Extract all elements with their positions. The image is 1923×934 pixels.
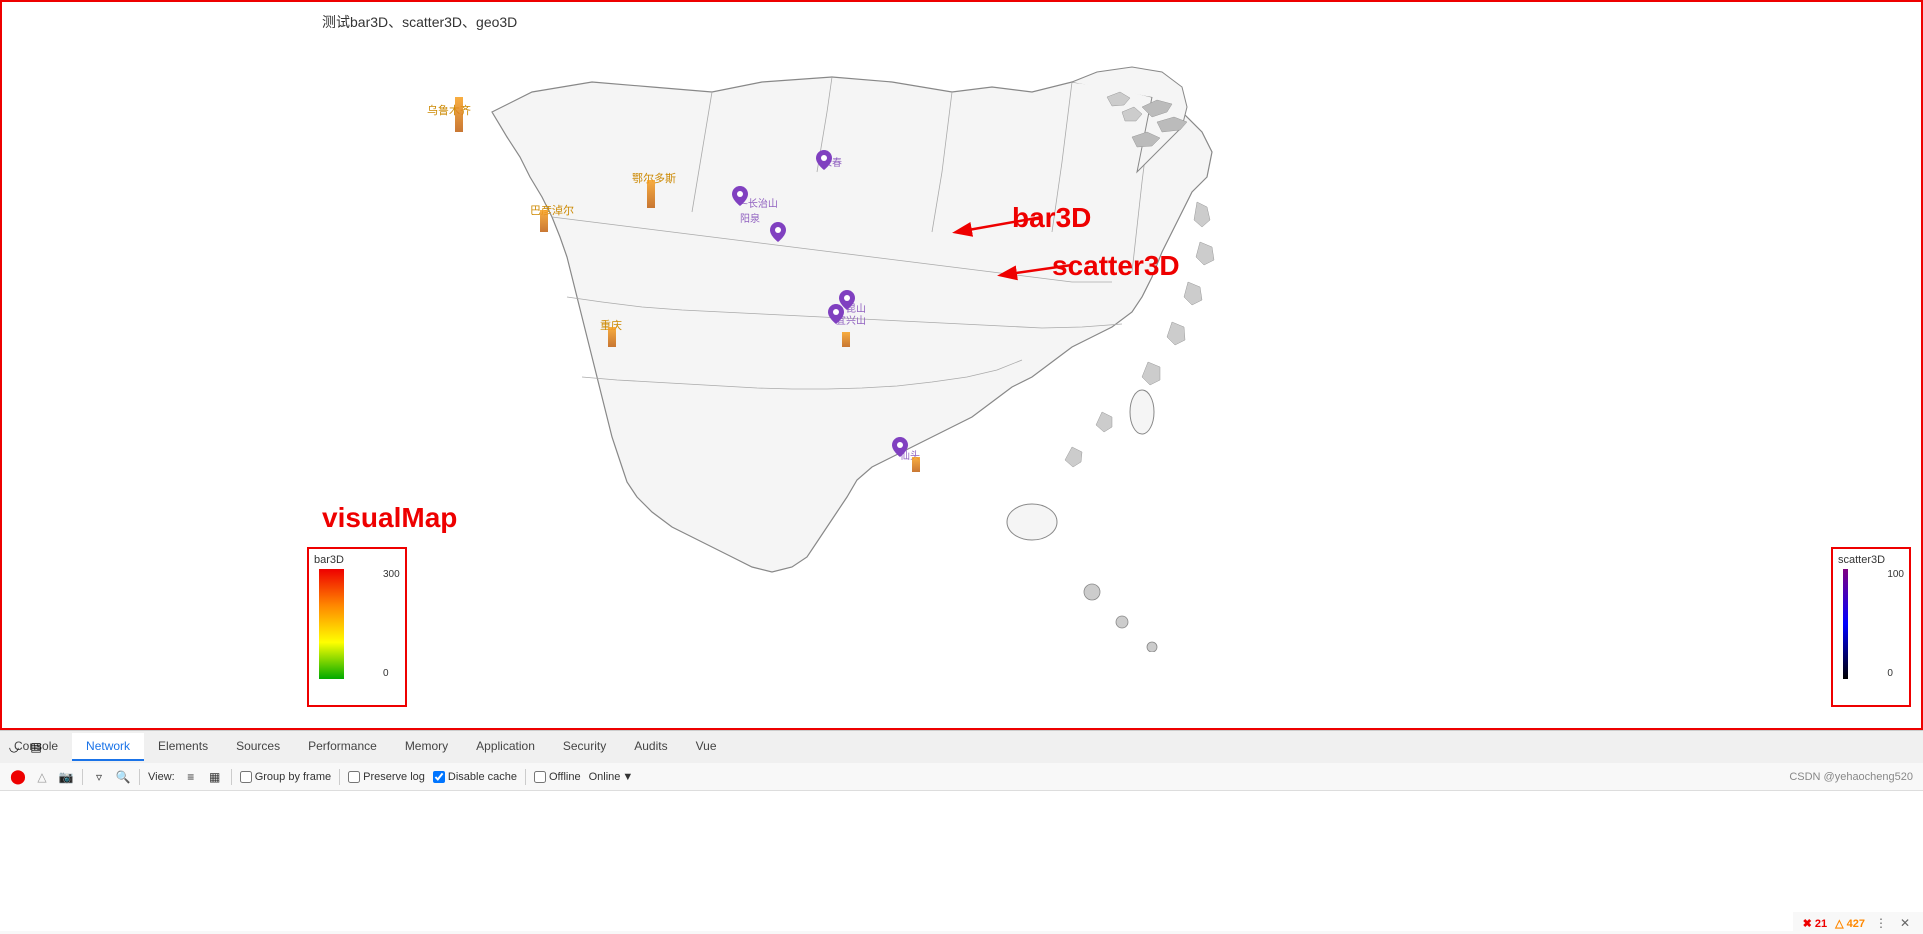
offline-checkbox[interactable] (534, 771, 546, 783)
separator-5 (525, 769, 526, 785)
bar3d-annotation: bar3D (1012, 202, 1091, 234)
scatter3d-annotation: scatter3D (1052, 250, 1180, 282)
bar3d-ordos (647, 180, 655, 208)
pin-shantou (892, 437, 908, 457)
disable-cache-group[interactable]: Disable cache (433, 771, 517, 783)
view-grid-icon[interactable]: ▦ (207, 769, 223, 785)
tab-performance[interactable]: Performance (294, 733, 391, 761)
vismap-scatter3d-min: 0 (1887, 668, 1904, 679)
bar3d-east (842, 332, 850, 347)
csdn-label: CSDN @yehaocheng520 (1789, 771, 1913, 783)
separator-2 (139, 769, 140, 785)
bar3d-bayan (540, 210, 548, 232)
preserve-log-label: Preserve log (363, 771, 425, 783)
online-dropdown[interactable]: Online ▼ (589, 771, 634, 783)
vismap-bar3d-gradient (319, 569, 344, 679)
tab-application[interactable]: Application (462, 733, 549, 761)
tab-sources[interactable]: Sources (222, 733, 294, 761)
vismap-bar3d-min: 0 (383, 668, 400, 679)
group-by-frame-label: Group by frame (255, 771, 331, 783)
vismap-bar3d: bar3D 300 0 (307, 547, 407, 707)
group-by-frame-group[interactable]: Group by frame (240, 771, 331, 783)
preserve-log-group[interactable]: Preserve log (348, 771, 425, 783)
tab-network[interactable]: Network (72, 733, 144, 761)
tab-elements[interactable]: Elements (144, 733, 222, 761)
chevron-down-icon: ▼ (622, 771, 633, 783)
tab-audits[interactable]: Audits (620, 733, 681, 761)
vismap-scatter3d-gradient (1843, 569, 1848, 679)
view-label: View: (148, 771, 175, 783)
main-content: 测试bar3D、scatter3D、geo3D (0, 0, 1923, 730)
group-by-frame-checkbox[interactable] (240, 771, 252, 783)
tab-memory[interactable]: Memory (391, 733, 462, 761)
warning-count: △ 427 (1835, 917, 1865, 930)
screenshot-button[interactable]: 📷 (58, 769, 74, 785)
separator-1 (82, 769, 83, 785)
bar3d-chongqing (608, 327, 616, 347)
bar3d-south (912, 457, 920, 472)
map-area: 乌鲁木齐 鄂尔多斯 巴彦淖尔 重庆 长春 ~长治山 阳泉 昆山 宜兴山 仙头 (312, 32, 1272, 652)
filter-icon[interactable]: ▿ (91, 769, 107, 785)
pin-east-2 (828, 304, 844, 324)
search-icon[interactable]: 🔍 (115, 769, 131, 785)
visualmap-annotation: visualMap (322, 502, 457, 534)
offline-label: Offline (549, 771, 581, 783)
devtools-toolbar: ⬤ △ 📷 ▿ 🔍 View: ≡ ▦ Group by frame Prese… (0, 763, 1923, 791)
bar3d-urumqi (455, 97, 463, 132)
pin-main-cluster (770, 222, 786, 242)
vismap-scatter3d: scatter3D 100 0 (1831, 547, 1911, 707)
disable-cache-checkbox[interactable] (433, 771, 445, 783)
stop-button[interactable]: △ (34, 769, 50, 785)
error-count: ✖ 21 (1803, 917, 1828, 930)
separator-3 (231, 769, 232, 785)
page-title: 测试bar3D、scatter3D、geo3D (322, 12, 517, 32)
tab-vue[interactable]: Vue (682, 733, 731, 761)
status-bar: ✖ 21 △ 427 ⋮ ✕ (1793, 912, 1923, 934)
devtools-content (0, 791, 1923, 931)
device-toolbar-icon[interactable]: ▤ (28, 739, 44, 755)
label-bayan: 巴彦淖尔 (530, 202, 574, 218)
vismap-bar3d-max: 300 (383, 569, 400, 580)
vismap-bar3d-title: bar3D (314, 554, 400, 566)
disable-cache-label: Disable cache (448, 771, 517, 783)
preserve-log-checkbox[interactable] (348, 771, 360, 783)
devtools-left-icons: ◡ ▤ (0, 731, 50, 763)
pin-changchun (816, 150, 832, 170)
vismap-scatter3d-title: scatter3D (1838, 554, 1904, 566)
offline-group[interactable]: Offline (534, 771, 581, 783)
record-button[interactable]: ⬤ (10, 769, 26, 785)
separator-4 (339, 769, 340, 785)
close-devtools-icon[interactable]: ✕ (1897, 915, 1913, 931)
vismap-scatter3d-max: 100 (1887, 569, 1904, 580)
tab-security[interactable]: Security (549, 733, 620, 761)
more-options-icon[interactable]: ⋮ (1873, 915, 1889, 931)
inspect-element-icon[interactable]: ◡ (6, 739, 22, 755)
online-label: Online (589, 771, 621, 783)
label-yangquan: 阳泉 (740, 210, 760, 225)
pin-changzhi (732, 186, 748, 206)
devtools-bar: ◡ ▤ Console Network Elements Sources Per… (0, 730, 1923, 934)
view-list-icon[interactable]: ≡ (183, 769, 199, 785)
label-urumqi: 乌鲁木齐 (427, 102, 471, 118)
